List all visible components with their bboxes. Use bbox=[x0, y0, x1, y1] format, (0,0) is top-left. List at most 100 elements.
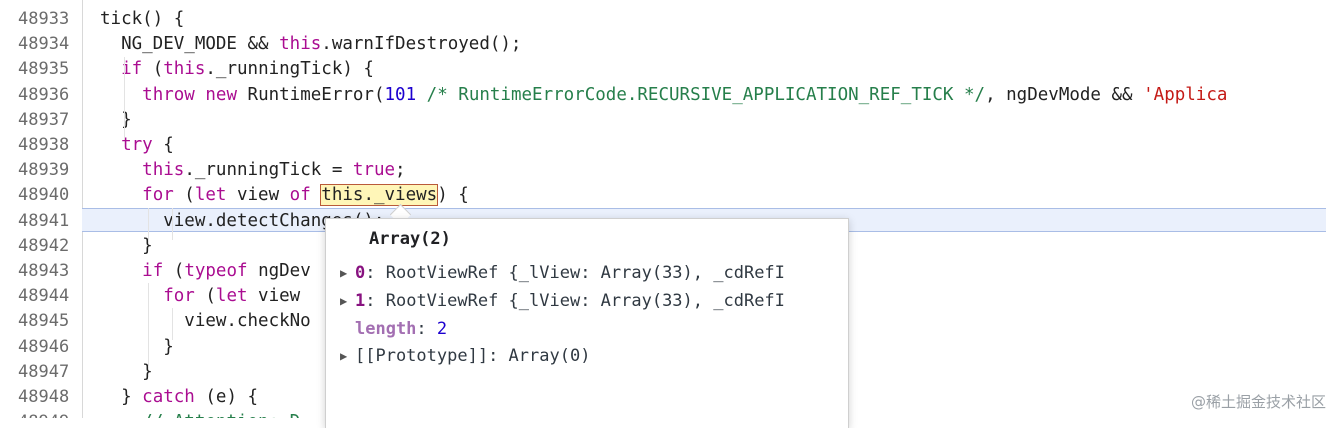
code-text: try { bbox=[100, 133, 174, 158]
indent-guide bbox=[124, 57, 125, 140]
property-value: Array(0) bbox=[508, 346, 591, 366]
code-token: { bbox=[152, 135, 174, 155]
code-line: 48940 for (let view of this._views) { bbox=[0, 183, 1342, 208]
property-key: length bbox=[355, 319, 417, 339]
code-token: let bbox=[215, 286, 248, 307]
code-token: ( bbox=[163, 261, 185, 281]
code-token: new bbox=[205, 84, 237, 105]
code-text: } bbox=[100, 335, 174, 360]
code-token: ( bbox=[194, 286, 216, 307]
watermark: @稀土掘金技术社区 bbox=[1190, 393, 1326, 411]
line-number[interactable]: 48947 bbox=[0, 360, 82, 385]
indent-guide bbox=[172, 308, 173, 340]
property-separator: : bbox=[365, 291, 386, 311]
code-token: if bbox=[142, 261, 164, 281]
code-text: } catch (e) { bbox=[100, 385, 258, 410]
popover-title: Array(2) bbox=[369, 229, 451, 249]
property-key: [[Prototype]] bbox=[355, 346, 489, 366]
code-text: } bbox=[100, 234, 153, 259]
popover-property-row[interactable]: ▶ [[Prototype]]: Array(0) bbox=[340, 343, 590, 369]
property-value: RootViewRef {_lView: Array(33), _cdRefI bbox=[385, 263, 785, 283]
code-token: this bbox=[279, 34, 322, 55]
code-text: // Attention: D bbox=[100, 410, 300, 418]
line-number[interactable]: 48937 bbox=[0, 108, 82, 133]
code-token: typeof bbox=[184, 261, 248, 281]
code-line: 48937 } bbox=[0, 108, 1342, 133]
code-text: throw new RuntimeError(101 /* RuntimeErr… bbox=[100, 83, 1227, 108]
line-number[interactable]: 48939 bbox=[0, 158, 82, 183]
code-token: ( bbox=[173, 185, 195, 206]
line-number[interactable]: 48938 bbox=[0, 133, 82, 158]
code-token: this bbox=[142, 160, 185, 181]
code-token: this bbox=[163, 59, 206, 80]
code-token: 101 bbox=[384, 84, 417, 105]
popover-property-row[interactable]: ▶ 0: RootViewRef {_lView: Array(33), _cdR… bbox=[340, 260, 785, 286]
code-text: view.checkNo bbox=[100, 309, 311, 334]
code-token: true bbox=[352, 160, 396, 181]
line-number[interactable]: 48933 bbox=[0, 7, 82, 32]
line-number[interactable]: 48948 bbox=[0, 385, 82, 410]
property-separator: : bbox=[416, 319, 437, 339]
code-token: ) { bbox=[437, 185, 469, 206]
property-key: 0 bbox=[355, 263, 366, 283]
code-text: if (typeof ngDev bbox=[100, 259, 311, 284]
line-number[interactable]: 48942 bbox=[0, 234, 82, 259]
hovered-expression[interactable]: this._views bbox=[320, 184, 439, 207]
code-line: 48935 if (this._runningTick) { bbox=[0, 57, 1342, 82]
code-line: 48934 NG_DEV_MODE && this.warnIfDestroye… bbox=[0, 32, 1342, 57]
code-token: } bbox=[100, 235, 153, 256]
popover-property-row[interactable]: ▶ 1: RootViewRef {_lView: Array(33), _cdR… bbox=[340, 288, 785, 314]
code-token: .warnIfDestroyed(); bbox=[321, 34, 522, 55]
expand-triangle-icon[interactable]: ▶ bbox=[340, 343, 355, 369]
code-line: 48939 this._runningTick = true; bbox=[0, 158, 1342, 183]
expand-triangle-icon[interactable]: ▶ bbox=[340, 288, 355, 314]
code-text: if (this._runningTick) { bbox=[100, 57, 374, 82]
line-number[interactable]: 48943 bbox=[0, 259, 82, 284]
popover-property-row: length: 2 bbox=[340, 316, 447, 342]
code-token: for bbox=[163, 286, 195, 307]
code-line: 48936 throw new RuntimeError(101 /* Runt… bbox=[0, 83, 1342, 108]
code-token: of bbox=[289, 185, 311, 206]
line-number[interactable]: 48946 bbox=[0, 335, 82, 360]
variable-hover-popover: Array(2) ▶ 0: RootViewRef {_lView: Array(… bbox=[325, 218, 849, 428]
code-token: ._runningTick) { bbox=[205, 59, 374, 80]
code-token: view.checkNo bbox=[100, 311, 311, 332]
property-value: 2 bbox=[436, 319, 448, 339]
code-text: } bbox=[100, 108, 132, 133]
code-token: let bbox=[194, 185, 227, 206]
code-line: 48938 try { bbox=[0, 133, 1342, 158]
line-number[interactable]: 48944 bbox=[0, 284, 82, 309]
code-token: /* RuntimeErrorCode.RECURSIVE_APPLICATIO… bbox=[426, 84, 986, 105]
expand-triangle-icon[interactable]: ▶ bbox=[340, 260, 355, 286]
code-text: for (let view of this._views) { bbox=[100, 183, 469, 208]
line-number[interactable]: 48945 bbox=[0, 309, 82, 334]
code-token: throw bbox=[142, 84, 195, 105]
line-number[interactable]: 48934 bbox=[0, 32, 82, 57]
property-separator: : bbox=[365, 263, 386, 283]
line-number[interactable]: 48940 bbox=[0, 183, 82, 208]
line-number[interactable]: 48936 bbox=[0, 83, 82, 108]
code-token: } bbox=[100, 387, 143, 407]
code-token: try bbox=[121, 135, 153, 155]
indent-guide bbox=[148, 283, 149, 366]
code-token: for bbox=[142, 185, 174, 206]
line-number[interactable]: 48949 bbox=[0, 410, 82, 418]
line-number[interactable]: 48941 bbox=[0, 209, 82, 234]
code-token: } bbox=[100, 109, 132, 130]
code-token: ( bbox=[142, 59, 164, 80]
code-token: view bbox=[247, 286, 301, 307]
line-number[interactable]: 48935 bbox=[0, 57, 82, 82]
code-text: NG_DEV_MODE && this.warnIfDestroyed(); bbox=[100, 32, 521, 57]
property-separator: : bbox=[488, 346, 509, 366]
code-token: (e) { bbox=[194, 387, 259, 407]
code-token: view bbox=[226, 185, 290, 206]
